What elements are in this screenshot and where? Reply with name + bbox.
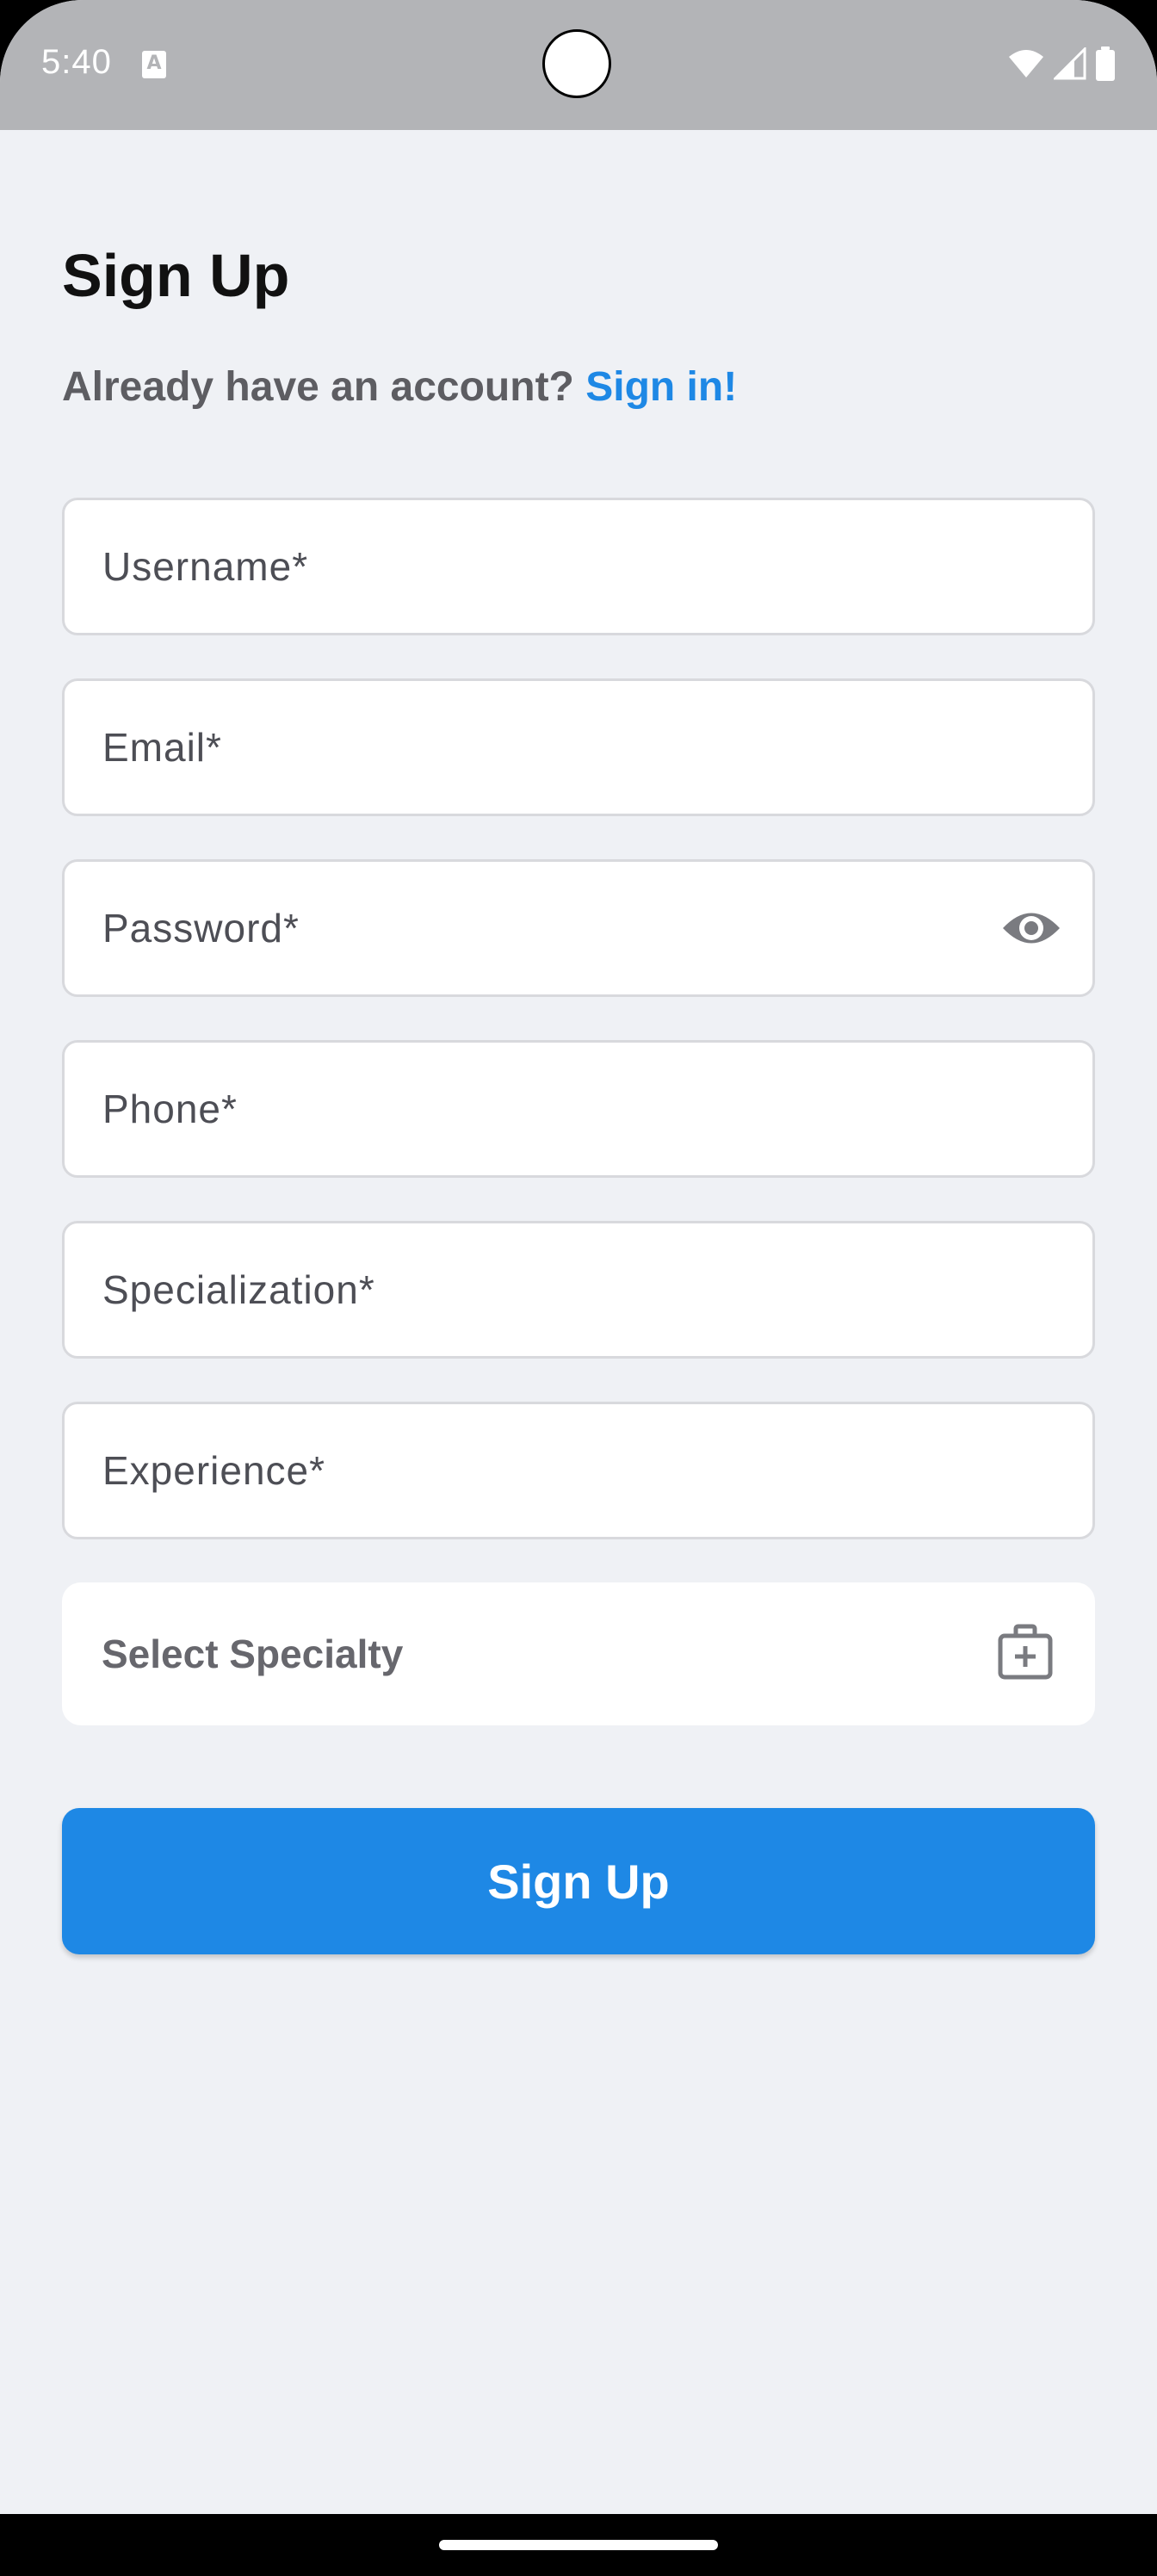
status-icons <box>1007 45 1116 83</box>
camera-cutout <box>542 29 611 98</box>
app-notification-icon <box>142 51 166 78</box>
experience-field-container <box>62 1402 1095 1539</box>
sign-up-button[interactable]: Sign Up <box>62 1808 1095 1954</box>
specialization-field[interactable] <box>65 1223 1092 1356</box>
cellular-signal-icon <box>1054 47 1086 80</box>
username-field[interactable] <box>65 500 1092 633</box>
phone-field-container <box>62 1040 1095 1178</box>
phone-field[interactable] <box>65 1043 1092 1175</box>
navigation-bar <box>0 2514 1157 2576</box>
home-indicator[interactable] <box>439 2540 718 2550</box>
already-have-account-text: Already have an account? <box>62 364 574 410</box>
sign-in-link[interactable]: Sign in! <box>585 364 737 410</box>
battery-icon <box>1096 46 1115 81</box>
medical-bag-icon <box>998 1624 1053 1680</box>
experience-field[interactable] <box>65 1404 1092 1537</box>
email-field[interactable] <box>65 681 1092 814</box>
eye-icon[interactable] <box>1001 905 1061 951</box>
username-field-container <box>62 498 1095 635</box>
select-specialty-dropdown[interactable]: Select Specialty <box>62 1582 1095 1725</box>
status-bar: 5:40 <box>0 0 1157 130</box>
wifi-icon <box>1009 50 1043 77</box>
page-title: Sign Up <box>62 242 290 309</box>
password-field[interactable] <box>65 862 1092 994</box>
signin-prompt: Already have an account? Sign in! <box>62 363 737 411</box>
select-specialty-label: Select Specialty <box>102 1632 404 1676</box>
specialization-field-container <box>62 1221 1095 1359</box>
email-field-container <box>62 678 1095 816</box>
phone-screen: 5:40 Sign Up Already have an account? Si… <box>0 0 1157 2576</box>
password-field-container <box>62 859 1095 997</box>
status-time: 5:40 <box>41 43 112 81</box>
